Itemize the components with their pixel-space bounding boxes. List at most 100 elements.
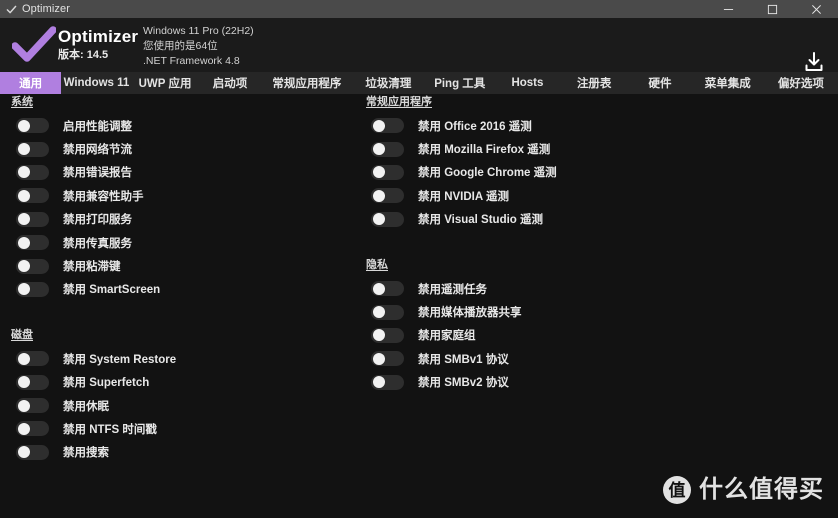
toggle-switch[interactable] xyxy=(371,304,404,320)
toggle-switch[interactable] xyxy=(371,374,404,390)
purple-check-icon xyxy=(11,26,57,64)
toggle-switch[interactable] xyxy=(371,164,404,180)
setting-row: 禁用 Google Chrome 遥测 xyxy=(355,161,715,184)
setting-label: 禁用搜索 xyxy=(63,447,109,460)
setting-label: 禁用粘滞键 xyxy=(63,261,121,274)
setting-row: 禁用 NTFS 时间戳 xyxy=(0,417,355,440)
setting-row: 禁用 Visual Studio 遥测 xyxy=(355,208,715,231)
tab-label: 菜单集成 xyxy=(704,78,751,90)
tab-11[interactable]: 偏好选项 xyxy=(764,72,838,94)
toggle-knob xyxy=(17,189,30,202)
toggle-switch[interactable] xyxy=(16,374,49,390)
optimizer-window: Optimizer Optimizer 版本: 14.5 Windows 11 … xyxy=(0,0,838,518)
toggle-knob xyxy=(17,376,30,389)
tab-0[interactable]: 通用 xyxy=(0,72,62,94)
toggle-switch[interactable] xyxy=(16,118,49,134)
toggle-switch[interactable] xyxy=(371,327,404,343)
toggle-knob xyxy=(17,143,30,156)
toggle-switch[interactable] xyxy=(16,211,49,227)
toggle-knob xyxy=(372,329,385,342)
setting-row: 禁用家庭组 xyxy=(355,324,715,347)
system-info-dotnet: .NET Framework 4.8 xyxy=(143,55,240,67)
toggle-switch[interactable] xyxy=(371,188,404,204)
right-column: 常规应用程序禁用 Office 2016 遥测 禁用 Mozilla Firefo… xyxy=(355,94,715,394)
section-rows: 启用性能调整 禁用网络节流 禁用错误报告 禁用兼容性助手 禁用打印服务 禁用传真服务 禁用粘… xyxy=(0,114,355,301)
toggle-switch[interactable] xyxy=(16,141,49,157)
watermark-badge: 值 xyxy=(663,476,691,504)
tab-9[interactable]: 硬件 xyxy=(629,72,692,94)
setting-row: 禁用 SMBv2 协议 xyxy=(355,371,715,394)
toggle-switch[interactable] xyxy=(16,235,49,251)
setting-row: 禁用 Office 2016 遥测 xyxy=(355,114,715,137)
tab-label: Hosts xyxy=(511,77,544,89)
setting-label: 禁用 Office 2016 遥测 xyxy=(418,120,532,133)
toggle-switch[interactable] xyxy=(16,398,49,414)
toggle-knob xyxy=(17,236,30,249)
tab-7[interactable]: Hosts xyxy=(495,72,560,94)
setting-label: 启用性能调整 xyxy=(63,120,132,133)
tab-3[interactable]: 启动项 xyxy=(198,72,261,94)
title-bar: Optimizer xyxy=(0,0,838,18)
minimize-button[interactable] xyxy=(706,0,750,18)
toggle-switch[interactable] xyxy=(16,351,49,367)
setting-row: 禁用 Superfetch xyxy=(0,371,355,394)
tab-6[interactable]: Ping 工具 xyxy=(425,72,495,94)
tab-label: 常规应用程序 xyxy=(272,78,342,90)
setting-row: 禁用 System Restore xyxy=(0,347,355,370)
section-rows: 禁用 Office 2016 遥测 禁用 Mozilla Firefox 遥测 禁用… xyxy=(355,114,715,231)
setting-label: 禁用打印服务 xyxy=(63,214,132,227)
left-column: 系统 启用性能调整 禁用网络节流 禁用错误报告 禁用兼容性助手 禁用打印服务 禁用传真服务禁… xyxy=(0,94,355,464)
setting-label: 禁用传真服务 xyxy=(63,237,132,250)
tab-2[interactable]: UWP 应用 xyxy=(132,72,199,94)
setting-row: 禁用 NVIDIA 遥测 xyxy=(355,184,715,207)
tab-label: 偏好选项 xyxy=(777,78,824,90)
setting-row: 禁用遥测任务 xyxy=(355,277,715,300)
toggle-knob xyxy=(17,119,30,132)
section-rows: 禁用 System Restore 禁用 Superfetch 禁用休眠 禁用 NTF… xyxy=(0,347,355,464)
tab-5[interactable]: 垃圾清理 xyxy=(352,72,424,94)
setting-row: 禁用 SmartScreen xyxy=(0,278,355,301)
toggle-switch[interactable] xyxy=(371,141,404,157)
app-header: Optimizer 版本: 14.5 Windows 11 Pro (22H2)… xyxy=(0,18,838,72)
setting-row: 禁用休眠 xyxy=(0,394,355,417)
toggle-switch[interactable] xyxy=(371,118,404,134)
tab-1[interactable]: Windows 11 xyxy=(61,72,131,94)
toggle-knob xyxy=(17,213,30,226)
setting-row: 禁用打印服务 xyxy=(0,208,355,231)
toggle-knob xyxy=(17,422,30,435)
toggle-knob xyxy=(372,376,385,389)
maximize-button[interactable] xyxy=(750,0,794,18)
tab-4[interactable]: 常规应用程序 xyxy=(261,72,352,94)
toggle-switch[interactable] xyxy=(16,164,49,180)
toggle-switch[interactable] xyxy=(16,281,49,297)
tab-bar: 通用 Windows 11 UWP 应用 启动项 常规应用程序 垃圾清理 Ping 工具 Ho… xyxy=(0,72,838,94)
section-title: 常规应用程序 xyxy=(366,96,432,108)
toggle-switch[interactable] xyxy=(16,421,49,437)
tab-label: 注册表 xyxy=(576,78,612,90)
tab-label: Windows 11 xyxy=(63,77,130,89)
toggle-knob xyxy=(372,352,385,365)
toggle-switch[interactable] xyxy=(16,188,49,204)
setting-label: 禁用 Superfetch xyxy=(63,377,150,390)
toggle-knob xyxy=(372,166,385,179)
toggle-switch[interactable] xyxy=(371,281,404,297)
setting-label: 禁用 Visual Studio 遥测 xyxy=(418,214,544,227)
toggle-knob xyxy=(17,399,30,412)
setting-row: 启用性能调整 xyxy=(0,114,355,137)
toggle-switch[interactable] xyxy=(16,444,49,460)
setting-label: 禁用 SMBv1 协议 xyxy=(418,353,509,366)
toggle-knob xyxy=(17,446,30,459)
tab-label: 硬件 xyxy=(648,78,672,90)
close-button[interactable] xyxy=(794,0,838,18)
setting-label: 禁用错误报告 xyxy=(63,167,132,180)
toggle-switch[interactable] xyxy=(16,258,49,274)
setting-label: 禁用网络节流 xyxy=(63,144,132,157)
toggle-switch[interactable] xyxy=(371,351,404,367)
tab-10[interactable]: 菜单集成 xyxy=(692,72,764,94)
setting-label: 禁用兼容性助手 xyxy=(63,190,144,203)
setting-row: 禁用兼容性助手 xyxy=(0,184,355,207)
section-title: 系统 xyxy=(11,96,33,108)
toggle-switch[interactable] xyxy=(371,211,404,227)
tab-8[interactable]: 注册表 xyxy=(560,72,629,94)
